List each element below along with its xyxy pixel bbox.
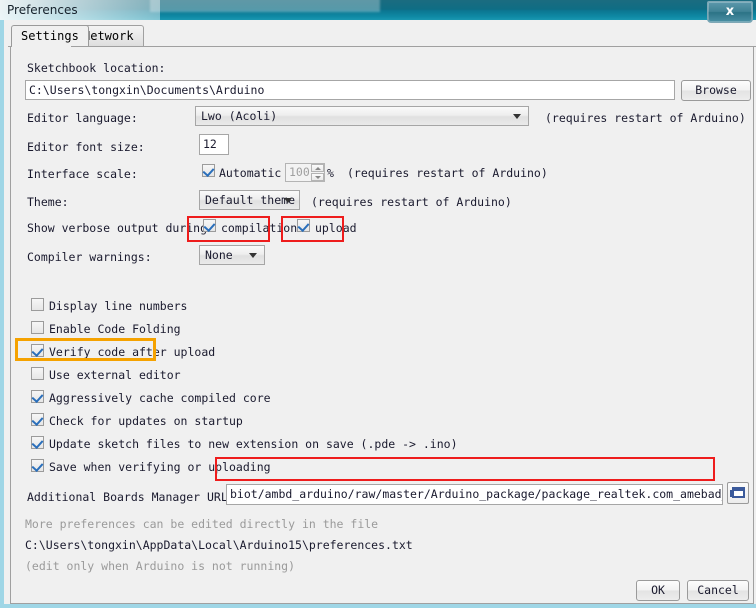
dialog-button-bar: OK Cancel: [10, 577, 754, 604]
chevron-down-icon: [249, 253, 257, 258]
label-update-sketch-files-extension[interactable]: Update sketch files to new extension on …: [49, 437, 458, 451]
label-enable-code-folding[interactable]: Enable Code Folding: [49, 322, 181, 336]
verbose-output-label: Show verbose output during:: [27, 221, 214, 235]
chevron-down-icon: [513, 114, 521, 119]
footer-edit-note: (edit only when Arduino is not running): [25, 559, 296, 573]
stepper-up-arrow-icon[interactable]: [311, 164, 324, 172]
verbose-compilation-checkbox[interactable]: [203, 219, 216, 232]
editor-language-select[interactable]: Lwo (Acoli): [195, 106, 529, 126]
boards-manager-urls-label: Additional Boards Manager URLs:: [27, 490, 242, 504]
theme-value: Default theme: [205, 193, 296, 207]
verbose-upload-label[interactable]: upload: [315, 221, 357, 235]
window-inner: Settings Network Sketchbook location: C:…: [8, 20, 756, 604]
window-title: Preferences: [7, 3, 78, 17]
editor-language-value: Lwo (Acoli): [201, 109, 278, 123]
label-use-external-editor[interactable]: Use external editor: [49, 368, 181, 382]
checkbox-display-line-numbers[interactable]: [31, 298, 44, 311]
browse-button[interactable]: Browse: [681, 80, 751, 101]
editor-language-label: Editor language:: [27, 111, 138, 125]
preferences-window: Settings Network Sketchbook location: C:…: [0, 20, 756, 608]
theme-select[interactable]: Default theme: [199, 190, 300, 210]
boards-manager-urls-input[interactable]: biot/ambd_arduino/raw/master/Arduino_pac…: [226, 484, 723, 505]
theme-label: Theme:: [27, 195, 69, 209]
checkbox-update-sketch-files-extension[interactable]: [31, 436, 44, 449]
cancel-button[interactable]: Cancel: [687, 580, 749, 601]
ok-button[interactable]: OK: [636, 580, 680, 601]
interface-scale-automatic-checkbox[interactable]: [202, 164, 215, 177]
editor-font-size-label: Editor font size:: [27, 140, 145, 154]
verbose-upload-checkbox[interactable]: [297, 219, 310, 232]
label-save-when-verifying-or-uploading[interactable]: Save when verifying or uploading: [49, 460, 271, 474]
compiler-warnings-value: None: [205, 248, 233, 262]
compiler-warnings-select[interactable]: None: [199, 245, 265, 265]
editor-font-size-input[interactable]: 12: [199, 134, 229, 155]
interface-scale-label: Interface scale:: [27, 167, 138, 181]
label-display-line-numbers[interactable]: Display line numbers: [49, 299, 187, 313]
checkbox-enable-code-folding[interactable]: [31, 321, 44, 334]
settings-panel: Sketchbook location: C:\Users\tongxin\Do…: [10, 47, 754, 577]
verbose-compilation-label[interactable]: compilation: [221, 221, 297, 235]
label-check-for-updates-on-startup[interactable]: Check for updates on startup: [49, 414, 243, 428]
label-verify-code-after-upload[interactable]: Verify code after upload: [49, 345, 215, 359]
interface-scale-value: 100: [289, 165, 310, 179]
chevron-down-icon: [284, 198, 292, 203]
checkbox-use-external-editor[interactable]: [31, 367, 44, 380]
footer-preferences-file-path: C:\Users\tongxin\AppData\Local\Arduino15…: [25, 538, 413, 552]
editor-language-restart-note: (requires restart of Arduino): [545, 111, 746, 125]
titlebar-gloss: [150, 0, 380, 12]
stepper-down-arrow-icon[interactable]: [311, 173, 324, 181]
interface-scale-stepper[interactable]: 100: [285, 163, 325, 182]
tab-active-mask: [12, 45, 71, 48]
compiler-warnings-label: Compiler warnings:: [27, 250, 152, 264]
checkbox-aggressively-cache-compiled-core[interactable]: [31, 390, 44, 403]
footer-more-preferences-text: More preferences can be edited directly …: [25, 517, 379, 531]
checkbox-check-for-updates-on-startup[interactable]: [31, 413, 44, 426]
checkbox-verify-code-after-upload[interactable]: [31, 344, 44, 357]
tab-strip: Settings Network: [8, 25, 756, 47]
close-window-button[interactable]: x: [707, 1, 753, 23]
sketchbook-location-input[interactable]: C:\Users\tongxin\Documents\Arduino: [25, 80, 675, 100]
tab-settings[interactable]: Settings: [11, 25, 89, 46]
theme-restart-note: (requires restart of Arduino): [311, 195, 512, 209]
interface-scale-percent-label: %: [327, 166, 334, 180]
sketchbook-location-label: Sketchbook location:: [27, 61, 166, 75]
interface-scale-automatic-label[interactable]: Automatic: [219, 166, 281, 180]
checkbox-save-when-verifying-or-uploading[interactable]: [31, 459, 44, 472]
interface-scale-restart-note: (requires restart of Arduino): [347, 166, 548, 180]
window-expand-icon-button[interactable]: [727, 482, 749, 504]
label-aggressively-cache-compiled-core[interactable]: Aggressively cache compiled core: [49, 391, 271, 405]
window-expand-icon: [732, 487, 745, 498]
